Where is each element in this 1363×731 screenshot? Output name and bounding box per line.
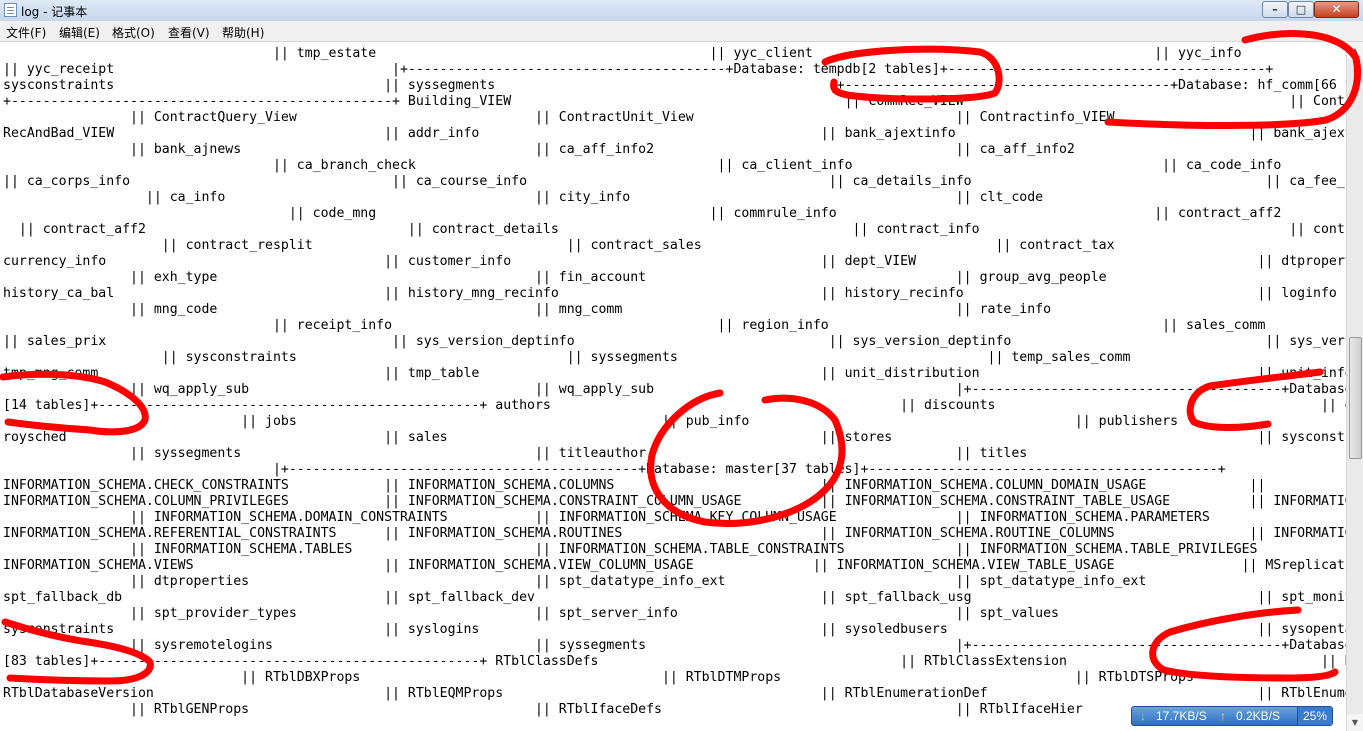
text-line: [14 tables]+----------------------------… <box>3 398 1346 413</box>
text-line: || spt_provider_types || spt_server_info… <box>3 606 1346 621</box>
scroll-up-icon[interactable]: ▲ <box>1347 42 1363 59</box>
text-line: spt_fallback_db || spt_fallback_dev || s… <box>3 590 1346 605</box>
scroll-down-icon[interactable]: ▼ <box>1347 714 1363 731</box>
text-line: INFORMATION_SCHEMA.CHECK_CONSTRAINTS || … <box>3 478 1266 493</box>
text-line: || code_mng || commrule_info || contract… <box>3 206 1282 221</box>
text-line: || sales_prix || sys_version_deptinfo ||… <box>3 334 1346 349</box>
text-line: || dtproperties || spt_datatype_info_ext… <box>3 574 1346 589</box>
network-monitor-widget: ↓ 17.7KB/S ↑ 0.2KB/S 25% <box>1131 706 1333 726</box>
text-line: || INFORMATION_SCHEMA.TABLES || INFORMAT… <box>3 542 1346 557</box>
text-line: tmp_mng_comm || tmp_table || unit_distri… <box>3 366 1346 381</box>
text-line: |+--------------------------------------… <box>3 462 1226 477</box>
minimize-button[interactable]: – <box>1262 1 1288 18</box>
menu-bar: 文件(F) 编辑(E) 格式(O) 查看(V) 帮助(H) <box>0 21 1363 42</box>
text-line: || ContractQuery_View || ContractUnit_Vi… <box>3 110 1346 125</box>
text-line: || ca_branch_check || ca_client_info || … <box>3 158 1282 173</box>
text-line: || yyc_receipt |+-----------------------… <box>3 62 1274 77</box>
text-line: || receipt_info || region_info || sales_… <box>3 318 1266 333</box>
upload-arrow-icon: ↑ <box>1220 709 1226 723</box>
text-line: || exh_type || fin_account || group_avg_… <box>3 270 1346 285</box>
upload-speed: 0.2KB/S <box>1236 709 1281 723</box>
text-line: || ca_info || city_info || clt_code || c… <box>3 190 1346 205</box>
text-line: sysconstraints || syslogins || sysoledbu… <box>3 622 1346 637</box>
text-line: || tmp_estate || yyc_client || yyc_info <box>3 46 1242 61</box>
text-line: currency_info || customer_info || dept_V… <box>3 254 1346 269</box>
text-line: || sysremotelogins || syssegments |+----… <box>3 638 1346 653</box>
notepad-icon <box>4 3 17 17</box>
text-line: INFORMATION_SCHEMA.VIEWS || INFORMATION_… <box>3 558 1346 573</box>
cpu-usage: 25% <box>1297 707 1332 725</box>
text-line: RTblDatabaseVersion || RTblEQMProps || R… <box>3 686 1346 701</box>
text-line: || syssegments || titleauthor || titles … <box>3 446 1346 461</box>
text-line: || jobs || pub_info || publishers || <box>241 414 1179 429</box>
text-line: || ca_corps_info || ca_course_info || ca… <box>3 174 1346 189</box>
text-line: INFORMATION_SCHEMA.REFERENTIAL_CONSTRAIN… <box>3 526 1346 541</box>
text-line: || sysconstraints || syssegments || temp… <box>3 350 1131 365</box>
text-line: || RTblDBXProps || RTblDTMProps || RTblD… <box>241 670 1194 685</box>
text-line: || mng_code || mng_comm || rate_info || … <box>130 302 1052 317</box>
close-button[interactable]: ✕ <box>1314 1 1359 18</box>
text-line: +---------------------------------------… <box>3 94 1346 109</box>
menu-edit[interactable]: 编辑(E) <box>59 24 100 41</box>
text-line: sysconstraints || syssegments |+--------… <box>3 78 1346 93</box>
close-icon: ✕ <box>1331 2 1342 16</box>
text-line: roysched || sales || stores || sysconstr… <box>3 430 1346 445</box>
text-line: || wq_apply_sub || wq_apply_sub |+------… <box>3 382 1346 397</box>
download-arrow-icon: ↓ <box>1140 709 1146 723</box>
text-line: RecAndBad_VIEW || addr_info || bank_ajex… <box>3 126 1346 141</box>
maximize-icon: □ <box>1295 3 1307 16</box>
text-line: history_ca_bal || history_mng_recinfo ||… <box>3 286 1337 301</box>
download-speed: 17.7KB/S <box>1156 709 1207 723</box>
text-line: INFORMATION_SCHEMA.COLUMN_PRIVILEGES || … <box>3 494 1346 509</box>
window-title: log - 记事本 <box>21 5 88 19</box>
minimize-icon: – <box>1272 3 1278 16</box>
text-line: || contract_aff2 || contract_details || … <box>3 222 1346 237</box>
menu-file[interactable]: 文件(F) <box>6 24 46 41</box>
title-bar: log - 记事本 – □ ✕ <box>0 0 1363 22</box>
text-line: || INFORMATION_SCHEMA.DOMAIN_CONSTRAINTS… <box>3 510 1346 525</box>
menu-view[interactable]: 查看(V) <box>168 24 210 41</box>
maximize-button[interactable]: □ <box>1288 1 1314 18</box>
text-line: || contract_resplit || contract_sales ||… <box>3 238 1115 253</box>
scrollbar-thumb[interactable] <box>1349 337 1362 459</box>
menu-format[interactable]: 格式(O) <box>112 24 155 41</box>
text-line: || bank_ajnews || ca_aff_info2 || ca_aff… <box>130 142 1075 157</box>
menu-help[interactable]: 帮助(H) <box>222 24 264 41</box>
text-line: [83 tables]+----------------------------… <box>3 654 1346 669</box>
text-editor-area[interactable]: || tmp_estate || yyc_client || yyc_info |… <box>0 42 1346 731</box>
vertical-scrollbar[interactable]: ▲ ▼ <box>1346 42 1363 731</box>
